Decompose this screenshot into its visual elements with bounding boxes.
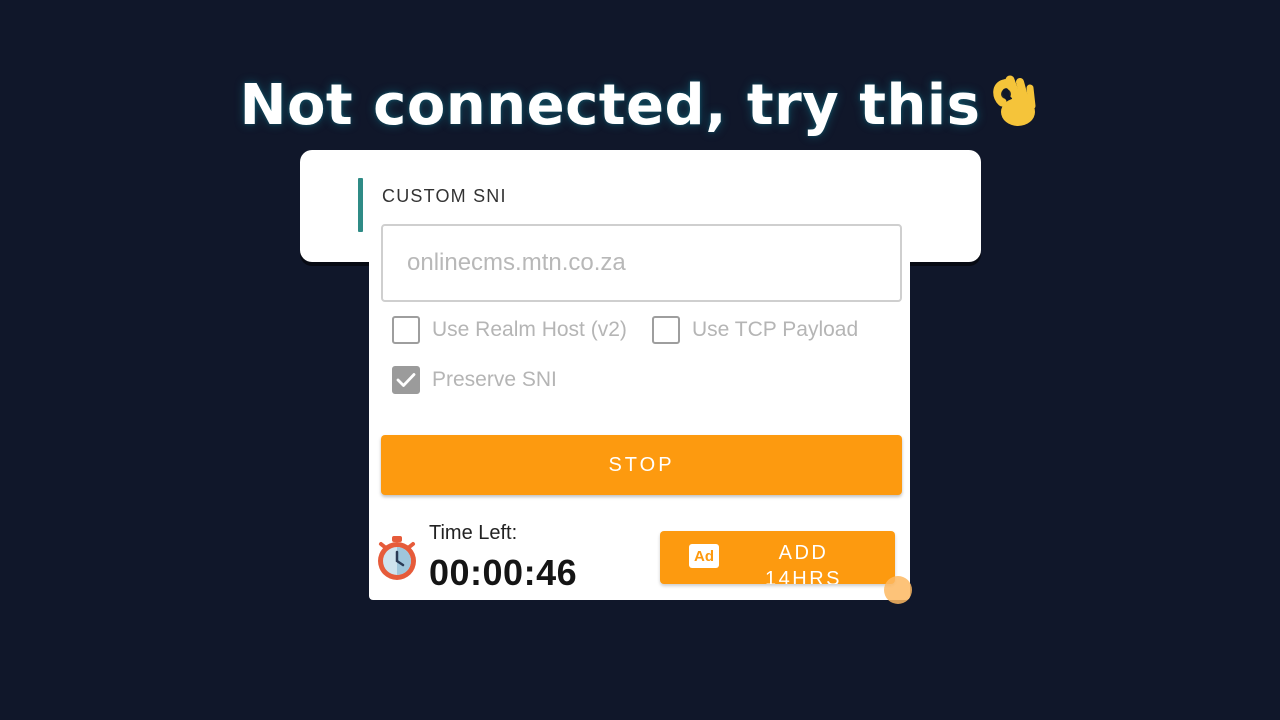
time-left-label: Time Left: [429, 522, 518, 544]
add-hours-button[interactable]: Ad ADD 14HRS [660, 531, 895, 584]
use-tcp-payload-checkbox[interactable]: Use TCP Payload [652, 316, 858, 344]
preserve-sni-checkbox[interactable]: Preserve SNI [392, 366, 557, 394]
add-hours-label: ADD 14HRS [765, 542, 842, 584]
stop-button[interactable]: STOP [381, 435, 902, 495]
checkbox-label: Preserve SNI [432, 368, 557, 391]
checkbox-box[interactable] [652, 316, 680, 344]
custom-sni-input[interactable] [381, 224, 902, 302]
checkbox-label: Use TCP Payload [692, 318, 859, 341]
checkbox-label: Use Realm Host (v2) [432, 318, 627, 341]
headline: Not connected, try this [0, 72, 1280, 144]
headline-text: Not connected, try this [239, 73, 981, 138]
use-realm-host-checkbox[interactable]: Use Realm Host (v2) [392, 316, 627, 344]
checkbox-box-checked[interactable] [392, 366, 420, 394]
section-title: CUSTOM SNI [382, 186, 507, 206]
touch-indicator [884, 576, 912, 604]
checkbox-box[interactable] [392, 316, 420, 344]
time-left-value: 00:00:46 [429, 552, 578, 593]
stopwatch-icon [375, 534, 419, 587]
ok-hand-icon [988, 72, 1040, 144]
video-frame: Not connected, try this CUSTOM SNI Use R… [0, 0, 1280, 720]
ad-badge-icon: Ad [689, 544, 719, 568]
checkmark-icon [396, 373, 416, 387]
section-accent-bar [358, 178, 363, 232]
